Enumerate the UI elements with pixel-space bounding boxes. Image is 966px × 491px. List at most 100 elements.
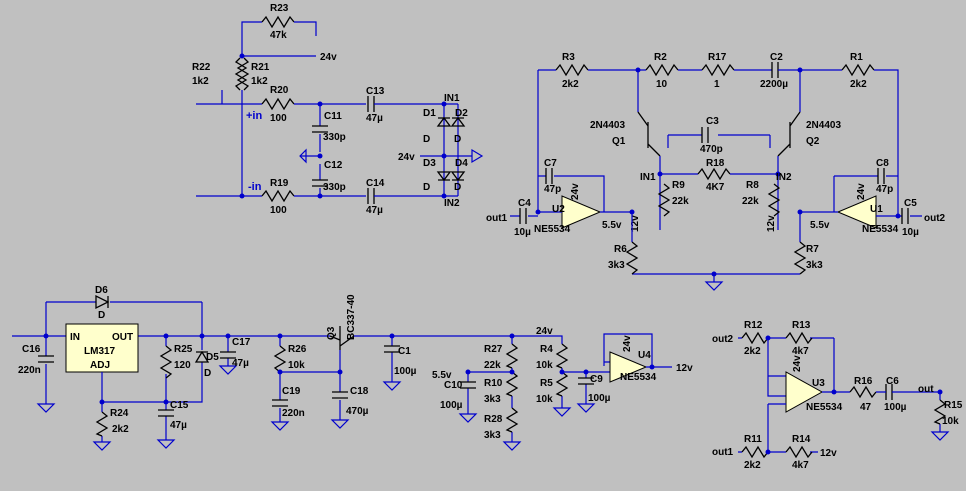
diff-amp-stage: R3 2k2 R2 10 R17 1 C2 2200µ R1 2k2 2N440… bbox=[486, 52, 946, 291]
schematic-svg: R23 47k 24v R22 1k2 R21 1k2 R20 100 +in … bbox=[12, 3, 963, 471]
label-r16: R16 bbox=[854, 376, 873, 387]
input-stage: R23 47k 24v R22 1k2 R21 1k2 R20 100 +in … bbox=[192, 3, 484, 216]
label-c19: C19 bbox=[282, 386, 301, 397]
value-r5: 10k bbox=[536, 394, 553, 405]
value-r16: 47 bbox=[860, 402, 872, 413]
label-c2: C2 bbox=[770, 52, 783, 63]
label-c16: C16 bbox=[22, 344, 41, 355]
value-r19: 100 bbox=[270, 205, 287, 216]
label-2n4403-q2: 2N4403 bbox=[806, 120, 841, 131]
label-12v-r14: 12v bbox=[820, 448, 837, 459]
label-c7: C7 bbox=[544, 158, 557, 169]
label-lm317-in: IN bbox=[70, 332, 80, 343]
label-c3: C3 bbox=[706, 116, 719, 127]
value-c17: 47µ bbox=[232, 358, 249, 369]
label-d-left-2: D bbox=[423, 182, 430, 193]
label-c9: C9 bbox=[590, 374, 603, 385]
value-r4: 10k bbox=[536, 360, 553, 371]
value-c14: 47µ bbox=[366, 205, 383, 216]
value-r26: 10k bbox=[288, 360, 305, 371]
label-r7: R7 bbox=[806, 244, 819, 255]
value-c7: 47p bbox=[544, 184, 561, 195]
value-c5: 10µ bbox=[902, 227, 919, 238]
value-c19: 220n bbox=[282, 408, 305, 419]
label-bc337: BC337-40 bbox=[346, 294, 357, 340]
value-c9: 100µ bbox=[588, 393, 611, 404]
label-c10: C10 bbox=[444, 380, 463, 391]
label-c6: C6 bbox=[886, 376, 899, 387]
value-r24: 2k2 bbox=[112, 424, 129, 435]
label-lm317-out: OUT bbox=[112, 332, 133, 343]
label-lm317-adj: ADJ bbox=[90, 360, 110, 371]
label-r6: R6 bbox=[614, 244, 627, 255]
label-minus-in: -in bbox=[248, 181, 262, 193]
label-out1: out1 bbox=[486, 213, 508, 224]
label-c5: C5 bbox=[904, 198, 917, 209]
label-r4: R4 bbox=[540, 344, 553, 355]
label-c11: C11 bbox=[324, 111, 342, 122]
label-r11: R11 bbox=[744, 434, 762, 445]
label-r20: R20 bbox=[270, 85, 289, 96]
schematic-canvas: R23 47k 24v R22 1k2 R21 1k2 R20 100 +in … bbox=[0, 0, 966, 491]
label-r2: R2 bbox=[654, 52, 667, 63]
output-stage: out2 R12 2k2 R13 4k7 U3 NE5534 24v out1 … bbox=[712, 320, 963, 471]
value-c13: 47µ bbox=[366, 113, 383, 124]
value-c18: 470µ bbox=[346, 406, 369, 417]
label-d2: D2 bbox=[455, 108, 468, 119]
value-r10: 3k3 bbox=[484, 394, 501, 405]
value-c12: 330p bbox=[323, 182, 346, 193]
power-supply-stage: D6 D IN OUT LM317 ADJ C16 220n R25 120 D… bbox=[12, 285, 693, 451]
value-r2: 10 bbox=[656, 79, 668, 90]
label-24v-bridge: 24v bbox=[398, 152, 415, 163]
value-r18: 4K7 bbox=[706, 182, 725, 193]
value-r6: 3k3 bbox=[608, 260, 625, 271]
value-r14: 4k7 bbox=[792, 460, 809, 471]
label-r15: R15 bbox=[944, 400, 963, 411]
value-u3: NE5534 bbox=[806, 402, 843, 413]
label-r12: R12 bbox=[744, 320, 763, 331]
label-r9: R9 bbox=[672, 180, 685, 191]
value-r17: 1 bbox=[714, 79, 720, 90]
label-d5-type: D bbox=[204, 368, 211, 379]
label-r17: R17 bbox=[708, 52, 727, 63]
value-c8: 47p bbox=[876, 184, 893, 195]
value-c4: 10µ bbox=[514, 227, 531, 238]
value-r11: 2k2 bbox=[744, 460, 761, 471]
value-r28: 3k3 bbox=[484, 430, 501, 441]
label-u4: U4 bbox=[638, 350, 651, 361]
label-c8: C8 bbox=[876, 158, 889, 169]
label-r19: R19 bbox=[270, 178, 289, 189]
label-r5: R5 bbox=[540, 378, 553, 389]
label-r18: R18 bbox=[706, 158, 725, 169]
label-r22: R22 bbox=[192, 62, 211, 73]
label-r23: R23 bbox=[270, 3, 289, 14]
label-r8: R8 bbox=[746, 180, 759, 191]
label-in1-mid: IN1 bbox=[640, 172, 656, 183]
label-out: out bbox=[918, 384, 934, 395]
label-plus-in: +in bbox=[246, 110, 262, 122]
label-24v-input: 24v bbox=[320, 52, 337, 63]
value-r1: 2k2 bbox=[850, 79, 867, 90]
label-r1: R1 bbox=[850, 52, 863, 63]
value-r23: 47k bbox=[270, 30, 287, 41]
label-24v-u2: 24v bbox=[570, 183, 581, 200]
label-u3: U3 bbox=[812, 378, 825, 389]
label-q1: Q1 bbox=[612, 136, 626, 147]
value-r21: 1k2 bbox=[251, 76, 268, 87]
label-r3: R3 bbox=[562, 52, 575, 63]
label-in2-bottom: IN2 bbox=[444, 198, 460, 209]
label-r14: R14 bbox=[792, 434, 811, 445]
label-c15: C15 bbox=[170, 400, 189, 411]
label-r28: R28 bbox=[484, 414, 503, 425]
value-r27: 22k bbox=[484, 360, 501, 371]
value-r12: 2k2 bbox=[744, 346, 761, 357]
value-c3: 470p bbox=[700, 144, 723, 155]
label-d-right-2: D bbox=[454, 182, 461, 193]
label-r27: R27 bbox=[484, 344, 503, 355]
value-r9: 22k bbox=[672, 196, 689, 207]
label-12v-u4: 12v bbox=[676, 363, 693, 374]
label-d-right-1: D bbox=[454, 134, 461, 145]
value-r25: 120 bbox=[174, 360, 191, 371]
label-u2: U2 bbox=[552, 204, 565, 215]
label-d1: D1 bbox=[423, 108, 436, 119]
